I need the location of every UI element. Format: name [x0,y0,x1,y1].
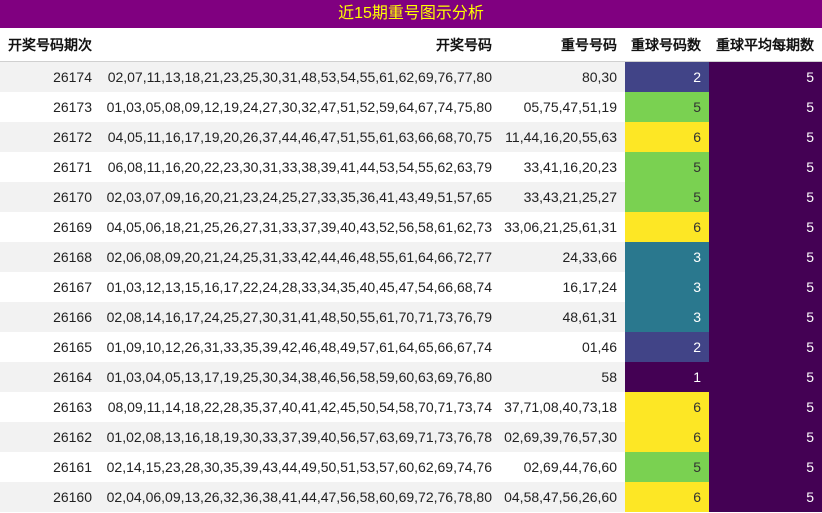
cell-period: 26172 [53,129,92,145]
cell-repeat-count: 3 [625,242,709,272]
cell-repeat-count: 2 [625,332,709,362]
cell-repeats: 33,41,16,20,23 [523,159,617,175]
table-row: 26161 02,14,15,23,28,30,35,39,43,44,49,50… [0,452,822,482]
cell-period: 26174 [53,69,92,85]
cell-numbers: 04,05,11,16,17,19,20,26,37,44,46,47,51,5… [107,129,492,145]
cell-period: 26168 [53,249,92,265]
cell-average: 5 [709,182,822,212]
cell-repeats: 04,58,47,56,26,60 [504,489,617,505]
cell-repeat-count: 6 [625,422,709,452]
cell-repeats: 58 [601,369,617,385]
cell-period: 26169 [53,219,92,235]
table-row: 26164 01,03,04,05,13,17,19,25,30,34,38,46… [0,362,822,392]
table-row: 26163 08,09,11,14,18,22,28,35,37,40,41,42… [0,392,822,422]
cell-average: 5 [709,62,822,92]
header-numbers: 开奖号码 [436,36,492,53]
cell-average: 5 [709,302,822,332]
cell-average: 5 [709,272,822,302]
analysis-page: 近15期重号图示分析 开奖号码期次 开奖号码 重号号码 重球号码数 重球平均每期… [0,0,822,513]
table-body: 26174 02,07,11,13,18,21,23,25,30,31,48,53… [0,62,822,512]
cell-repeat-count: 6 [625,482,709,512]
cell-repeat-count: 3 [625,302,709,332]
cell-numbers: 02,07,11,13,18,21,23,25,30,31,48,53,54,5… [107,69,492,85]
cell-period: 26173 [53,99,92,115]
cell-period: 26167 [53,279,92,295]
header-period: 开奖号码期次 [8,36,92,53]
cell-repeat-count: 5 [625,152,709,182]
cell-period: 26165 [53,339,92,355]
cell-numbers: 02,14,15,23,28,30,35,39,43,44,49,50,51,5… [106,459,492,475]
cell-repeats: 33,43,21,25,27 [523,189,617,205]
cell-repeats: 11,44,16,20,55,63 [505,129,617,145]
cell-repeats: 80,30 [581,69,617,85]
cell-repeat-count: 6 [625,392,709,422]
cell-numbers: 01,02,08,13,16,18,19,30,33,37,39,40,56,5… [106,429,492,445]
cell-period: 26163 [53,399,92,415]
cell-repeat-count: 5 [625,182,709,212]
cell-numbers: 08,09,11,14,18,22,28,35,37,40,41,42,45,5… [107,399,492,415]
table-row: 26166 02,08,14,16,17,24,25,27,30,31,41,48… [0,302,822,332]
cell-repeats: 48,61,31 [562,309,618,325]
table-row: 26162 01,02,08,13,16,18,19,30,33,37,39,40… [0,422,822,452]
table-row: 26168 02,06,08,09,20,21,24,25,31,33,42,44… [0,242,822,272]
table-row: 26169 04,05,06,18,21,25,26,27,31,33,37,39… [0,212,822,242]
cell-repeat-count: 2 [625,62,709,92]
table-header: 开奖号码期次 开奖号码 重号号码 重球号码数 重球平均每期数 [0,28,822,62]
chart-title: 近15期重号图示分析 [0,0,822,28]
header-repeats: 重号号码 [561,36,617,53]
table-row: 26172 04,05,11,16,17,19,20,26,37,44,46,47… [0,122,822,152]
cell-average: 5 [709,362,822,392]
cell-numbers: 02,03,07,09,16,20,21,23,24,25,27,33,35,3… [106,189,492,205]
table-row: 26171 06,08,11,16,20,22,23,30,31,33,38,39… [0,152,822,182]
cell-average: 5 [709,122,822,152]
cell-numbers: 02,04,06,09,13,26,32,36,38,41,44,47,56,5… [106,489,492,505]
cell-period: 26162 [53,429,92,445]
cell-numbers: 01,03,12,13,15,16,17,22,24,28,33,34,35,4… [106,279,492,295]
cell-numbers: 02,08,14,16,17,24,25,27,30,31,41,48,50,5… [106,309,492,325]
table-row: 26167 01,03,12,13,15,16,17,22,24,28,33,34… [0,272,822,302]
cell-period: 26161 [53,459,92,475]
cell-repeat-count: 5 [625,92,709,122]
cell-average: 5 [709,212,822,242]
cell-period: 26171 [53,159,92,175]
cell-average: 5 [709,242,822,272]
cell-period: 26164 [53,369,92,385]
cell-average: 5 [709,452,822,482]
cell-repeat-count: 5 [625,452,709,482]
cell-period: 26166 [53,309,92,325]
cell-numbers: 06,08,11,16,20,22,23,30,31,33,38,39,41,4… [107,159,492,175]
cell-repeats: 24,33,66 [562,249,618,265]
cell-period: 26170 [53,189,92,205]
cell-repeats: 16,17,24 [562,279,618,295]
table-row: 26170 02,03,07,09,16,20,21,23,24,25,27,33… [0,182,822,212]
cell-numbers: 01,03,04,05,13,17,19,25,30,34,38,46,56,5… [106,369,492,385]
cell-repeats: 05,75,47,51,19 [523,99,617,115]
header-average: 重球平均每期数 [716,36,814,53]
table-row: 26160 02,04,06,09,13,26,32,36,38,41,44,47… [0,482,822,512]
cell-repeat-count: 6 [625,212,709,242]
cell-repeats: 02,69,39,76,57,30 [504,429,617,445]
cell-numbers: 04,05,06,18,21,25,26,27,31,33,37,39,40,4… [106,219,492,235]
cell-numbers: 01,09,10,12,26,31,33,35,39,42,46,48,49,5… [106,339,492,355]
cell-repeats: 33,06,21,25,61,31 [504,219,617,235]
cell-repeat-count: 6 [625,122,709,152]
table-row: 26174 02,07,11,13,18,21,23,25,30,31,48,53… [0,62,822,92]
table-row: 26173 01,03,05,08,09,12,19,24,27,30,32,47… [0,92,822,122]
cell-average: 5 [709,482,822,512]
cell-numbers: 02,06,08,09,20,21,24,25,31,33,42,44,46,4… [106,249,492,265]
cell-average: 5 [709,332,822,362]
cell-average: 5 [709,392,822,422]
cell-average: 5 [709,422,822,452]
cell-repeats: 37,71,08,40,73,18 [504,399,617,415]
cell-numbers: 01,03,05,08,09,12,19,24,27,30,32,47,51,5… [106,99,492,115]
header-repeat-count: 重球号码数 [631,36,701,53]
table-row: 26165 01,09,10,12,26,31,33,35,39,42,46,48… [0,332,822,362]
cell-average: 5 [709,92,822,122]
cell-average: 5 [709,152,822,182]
cell-repeats: 01,46 [581,339,617,355]
cell-repeat-count: 3 [625,272,709,302]
cell-period: 26160 [53,489,92,505]
cell-repeats: 02,69,44,76,60 [523,459,617,475]
cell-repeat-count: 1 [625,362,709,392]
